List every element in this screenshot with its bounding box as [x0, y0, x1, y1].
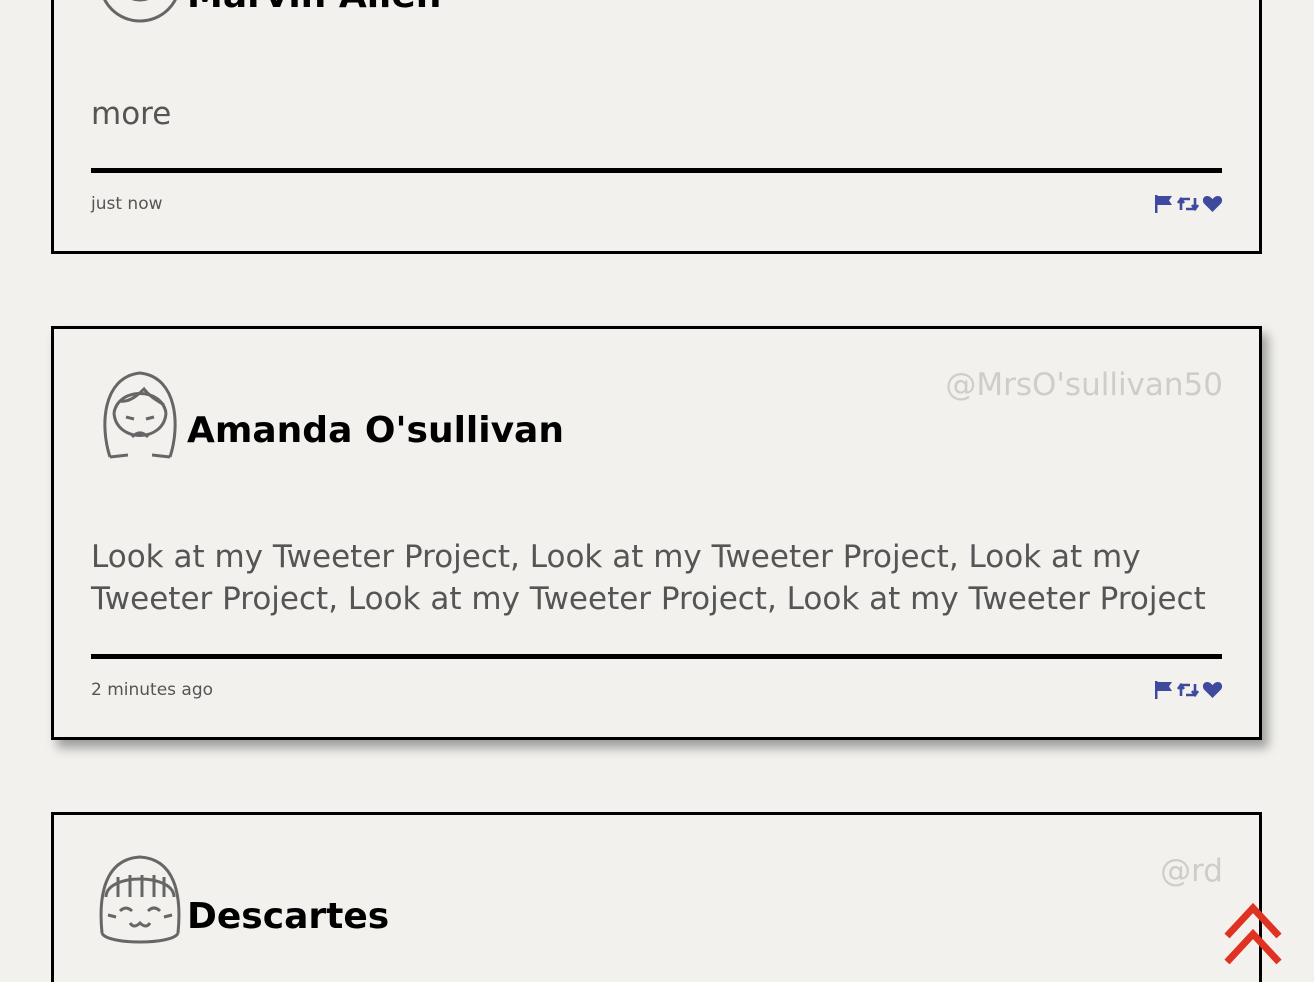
avatar-sad-girl-icon [103, 371, 177, 459]
tweet-author-name: Descartes [187, 896, 390, 937]
tweet-author-name: Amanda O'sullivan [187, 410, 564, 451]
tweet-content: more [91, 96, 172, 132]
tweet-author-handle: @rd [1160, 853, 1223, 889]
tweet-timestamp: just now [91, 194, 163, 214]
tweet-divider [91, 654, 1222, 659]
tweet-author-handle: @MrsO'sullivan50 [945, 367, 1223, 403]
avatar [96, 853, 184, 949]
avatar-smile-icon [103, 0, 177, 23]
retweet-icon[interactable] [1177, 680, 1199, 700]
tweet-author-name: Marvin Allen [187, 0, 441, 16]
heart-icon[interactable] [1202, 680, 1223, 700]
tweet-content: Look at my Tweeter Project, Look at my T… [91, 539, 1206, 617]
flag-icon[interactable] [1154, 194, 1174, 214]
heart-icon[interactable] [1202, 194, 1223, 214]
double-chevron-up-icon [1224, 902, 1282, 965]
avatar [96, 367, 184, 463]
tweet-actions [1154, 194, 1223, 214]
avatar [96, 0, 184, 25]
tweet-card: Marvin Allen more just now [51, 0, 1262, 254]
tweet-card: Amanda O'sullivan @MrsO'sullivan50 Look … [51, 326, 1262, 740]
flag-icon[interactable] [1154, 680, 1174, 700]
scroll-to-top-button[interactable] [1222, 900, 1284, 968]
avatar-happy-girl-icon [99, 855, 181, 944]
tweet-timestamp: 2 minutes ago [91, 680, 214, 700]
tweet-divider [91, 168, 1222, 173]
tweet-feed: Marvin Allen more just now [0, 0, 1314, 982]
tweet-card: Descartes @rd [51, 812, 1262, 982]
retweet-icon[interactable] [1177, 194, 1199, 214]
tweet-actions [1154, 680, 1223, 700]
